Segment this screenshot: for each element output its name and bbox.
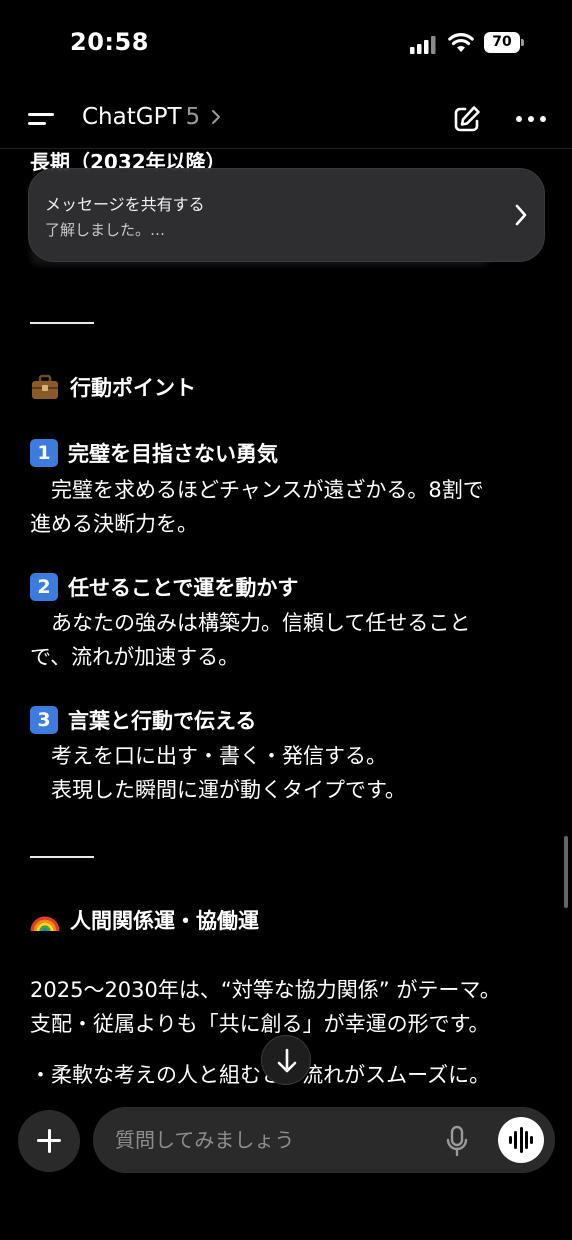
model-selector[interactable]: ChatGPT 5	[82, 104, 221, 130]
action-point-body: 考えを口に出す・書く・発信する。 表現した瞬間に運が動くタイプです。	[50, 744, 406, 802]
action-point-body: 完璧を求めるほどチャンスが遠ざかる。8割で 進める決断力を。	[30, 478, 484, 536]
action-point-title: 1 完璧を目指さない勇気	[30, 438, 278, 468]
number-badge: 2	[30, 573, 58, 601]
battery-indicator: 70	[484, 32, 524, 53]
app-title: ChatGPT	[82, 104, 182, 130]
scroll-to-bottom-button[interactable]	[261, 1035, 311, 1085]
attach-button[interactable]	[18, 1110, 80, 1172]
edit-icon[interactable]	[452, 104, 482, 134]
menu-icon[interactable]	[28, 108, 56, 130]
section-heading-relationships: 人間関係運・協働運	[30, 905, 259, 935]
point-title: 任せることで運を動かす	[68, 576, 299, 600]
chat-header: ChatGPT 5	[0, 96, 572, 144]
arrow-down-icon	[277, 1048, 297, 1073]
action-point-body: あなたの強みは構築力。信頼して任せること で、流れが加速する。	[30, 611, 471, 669]
heading-text: 人間関係運・協働運	[70, 909, 259, 933]
number-badge: 3	[30, 706, 58, 734]
cellular-signal-icon	[410, 36, 436, 54]
action-point-title: 3 言葉と行動で伝える	[30, 705, 256, 735]
section-heading-action-points: 行動ポイント	[30, 372, 196, 402]
battery-cap	[521, 39, 524, 46]
point-title: 完璧を目指さない勇気	[68, 442, 278, 466]
scrollbar[interactable]	[564, 836, 568, 908]
briefcase-icon	[32, 374, 58, 399]
status-time: 20:58	[70, 28, 149, 56]
section-divider	[30, 322, 94, 324]
model-version: 5	[185, 104, 201, 130]
battery-level: 70	[484, 32, 520, 53]
voice-mode-button[interactable]	[498, 1117, 544, 1163]
more-icon[interactable]	[516, 116, 546, 124]
rainbow-icon	[30, 916, 60, 932]
toast-title: メッセージを共有する	[45, 195, 205, 214]
wifi-icon	[448, 33, 474, 52]
point-title: 言葉と行動で伝える	[68, 709, 257, 733]
message-composer	[93, 1107, 555, 1173]
message-input[interactable]	[115, 1121, 425, 1159]
heading-text: 行動ポイント	[70, 376, 196, 400]
chevron-right-icon	[212, 110, 221, 124]
section-divider	[30, 856, 94, 858]
toast-subtitle: 了解しました。…	[45, 221, 166, 239]
mic-icon[interactable]	[445, 1125, 469, 1157]
action-point-title: 2 任せることで運を動かす	[30, 572, 298, 602]
status-bar: 20:58 70	[0, 0, 572, 86]
chevron-right-icon	[515, 204, 527, 226]
share-message-toast[interactable]: メッセージを共有する 了解しました。…	[28, 168, 545, 262]
number-badge: 1	[30, 439, 58, 467]
relationship-body: 2025～2030年は、“対等な協力関係” がテーマ。 支配・従属よりも「共に創…	[30, 978, 501, 1036]
